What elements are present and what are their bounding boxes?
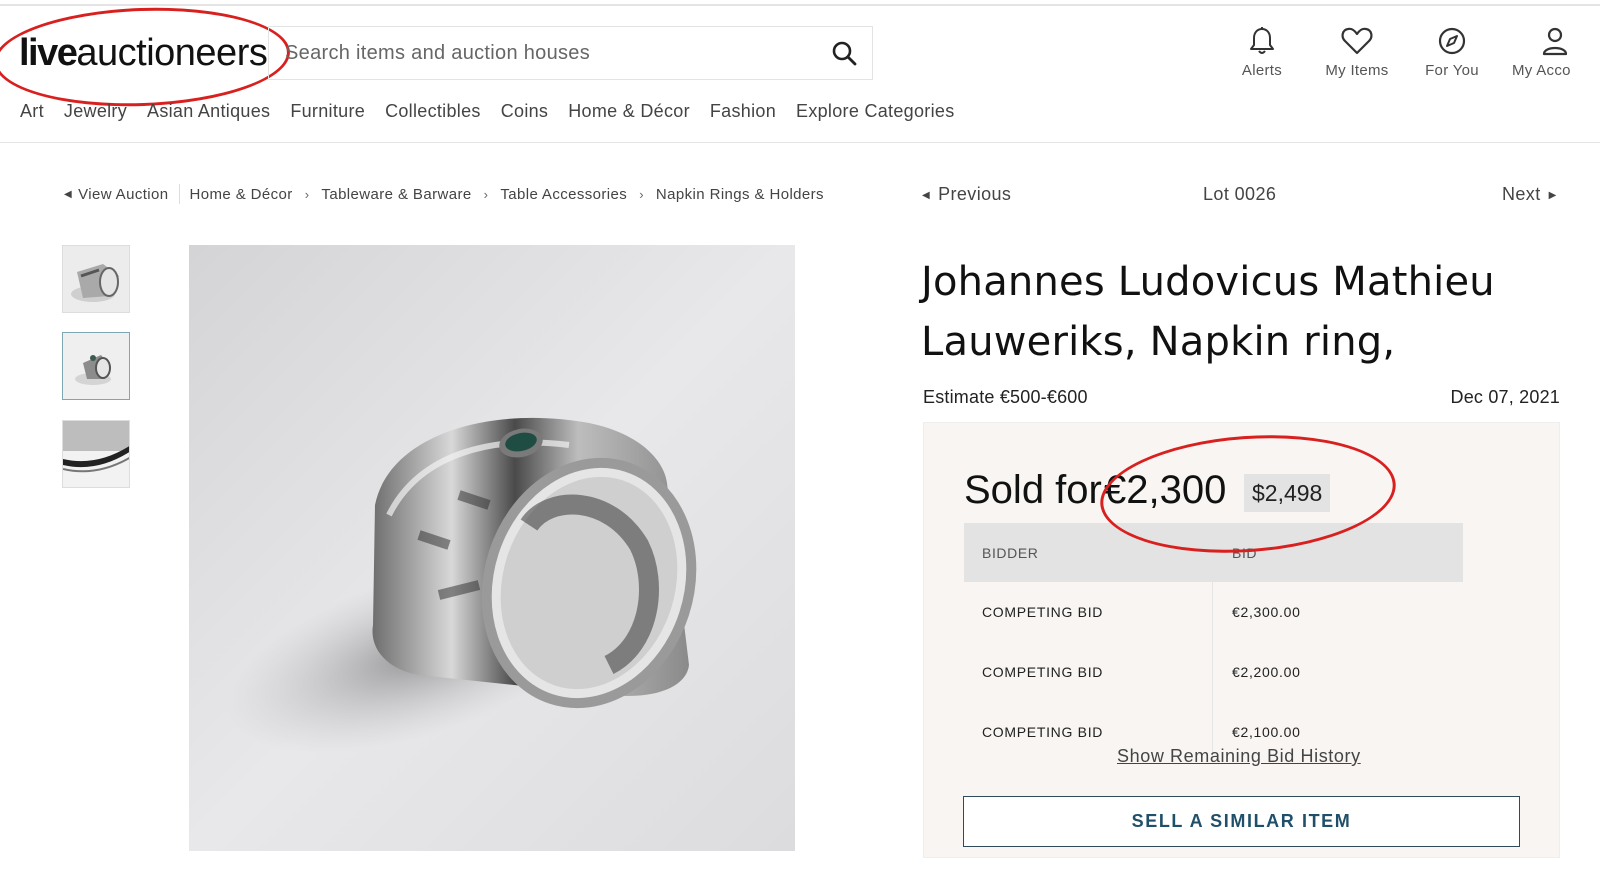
sale-date: Dec 07, 2021 [1450,387,1560,407]
chevron-right-icon: › [483,186,489,202]
table-row: COMPETING BID €2,300.00 [964,582,1463,642]
explore-categories-link[interactable]: Explore Categories [796,101,954,122]
bid-column-header: BID [1232,544,1258,561]
next-lot-link[interactable]: Next ▶ [1502,184,1557,205]
table-header: BIDDER BID [964,523,1463,582]
caret-left-icon: ◀ [64,188,73,200]
sold-label: Sold for [964,468,1102,512]
sell-similar-item-button[interactable]: SELL A SIMILAR ITEM [963,796,1520,847]
bell-icon [1250,27,1274,54]
alerts-label: Alerts [1241,62,1283,79]
top-border [0,4,1600,6]
bid-cell: €2,200.00 [1232,664,1301,680]
show-bid-history-link[interactable]: Show Remaining Bid History [1117,746,1361,767]
category-link[interactable]: Furniture [290,101,365,122]
category-link[interactable]: Collectibles [385,101,481,122]
thumbnail-image[interactable] [62,420,130,488]
view-auction-link[interactable]: View Auction [78,186,168,203]
breadcrumb-item[interactable]: Tableware & Barware [321,186,471,203]
heart-icon [1341,27,1373,55]
caret-left-icon: ◀ [922,190,931,201]
bid-cell: €2,100.00 [1232,724,1301,740]
category-link[interactable]: Art [20,101,44,122]
category-link[interactable]: Home & Décor [568,101,690,122]
logo-light-part: auctioneers [76,32,268,74]
my-account-label: My Acco [1512,62,1571,79]
alerts-button[interactable]: Alerts [1238,26,1286,79]
for-you-button[interactable]: For You [1422,26,1482,79]
bidder-cell: COMPETING BID [964,642,1213,702]
napkin-ring-thumbnail [63,421,129,487]
my-account-button[interactable]: My Acco [1512,26,1600,79]
thumbnail-image[interactable] [62,245,130,313]
my-items-button[interactable]: My Items [1321,26,1393,79]
header-divider [0,142,1600,143]
bid-cell: €2,300.00 [1232,604,1301,620]
sold-price: €2,300 [1104,468,1227,512]
caret-right-icon: ▶ [1548,190,1557,201]
thumbnail-image-selected[interactable] [62,332,130,400]
chevron-right-icon: › [304,186,310,202]
breadcrumb-item[interactable]: Table Accessories [500,186,627,203]
search-bar [268,26,873,80]
breadcrumb-item[interactable]: Home & Décor [190,186,293,203]
previous-label: Previous [938,184,1012,204]
category-link[interactable]: Coins [501,101,549,122]
silver-napkin-ring-photo [189,245,795,851]
lot-number: Lot 0026 [1203,184,1277,204]
napkin-ring-thumbnail [63,246,129,312]
logo-bold-part: live [19,32,78,74]
category-link[interactable]: Asian Antiques [147,101,270,122]
search-icon [832,41,857,66]
main-lot-image[interactable] [189,245,795,851]
bidder-column-header: BIDDER [982,544,1039,561]
category-nav: Art Jewelry Asian Antiques Furniture Col… [20,101,955,122]
category-link[interactable]: Fashion [710,101,776,122]
usd-conversion-badge[interactable]: $2,498 [1244,474,1331,512]
site-logo[interactable]: liveauctioneers [19,32,268,75]
breadcrumb-divider [178,184,180,204]
napkin-ring-thumbnail [63,333,129,399]
compass-icon [1438,27,1466,55]
table-row: COMPETING BID €2,200.00 [964,642,1463,702]
user-icon [1542,27,1568,56]
next-label: Next [1502,184,1541,204]
previous-lot-link[interactable]: ◀ Previous [922,184,1011,205]
chevron-right-icon: › [639,186,644,202]
search-input[interactable] [269,27,816,79]
bid-history-table: BIDDER BID COMPETING BID €2,300.00 COMPE… [964,523,1463,762]
my-items-label: My Items [1325,62,1389,79]
category-link[interactable]: Jewelry [64,101,127,122]
lot-estimate: Estimate €500-€600 [923,387,1088,407]
search-button[interactable] [816,27,872,79]
breadcrumb-item[interactable]: Napkin Rings & Holders [656,186,824,203]
for-you-label: For You [1425,62,1479,79]
breadcrumb: ◀ View Auction Home & Décor › Tableware … [64,184,824,204]
bidder-cell: COMPETING BID [964,582,1213,642]
lot-title: Johannes Ludovicus Mathieu Lauweriks, Na… [921,259,1495,365]
